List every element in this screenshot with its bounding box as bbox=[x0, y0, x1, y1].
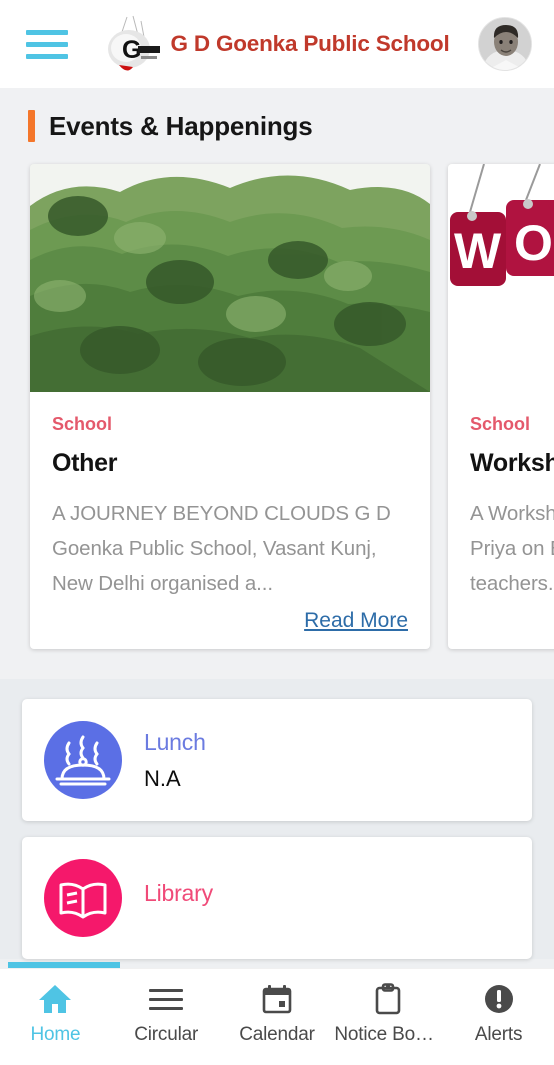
hamburger-menu-icon[interactable] bbox=[26, 27, 68, 61]
list-lines-bars bbox=[149, 988, 184, 1010]
event-card-actions: Read More bbox=[470, 609, 554, 633]
event-card-body: School Workshop A Workshop was conducted… bbox=[448, 392, 554, 649]
home-icon bbox=[37, 981, 73, 1017]
nav-item-calendar[interactable]: Calendar bbox=[222, 981, 333, 1046]
event-card-image bbox=[30, 164, 430, 392]
nav-label-calendar: Calendar bbox=[239, 1024, 315, 1045]
main-scroll-area[interactable]: Events & Happenings School Other A JOURN… bbox=[0, 88, 554, 968]
list-lines-icon bbox=[149, 981, 184, 1017]
hamburger-bar bbox=[26, 53, 68, 59]
event-card[interactable]: School Other A JOURNEY BEYOND CLOUDS G D… bbox=[30, 164, 430, 649]
svg-text:W: W bbox=[454, 223, 502, 279]
nav-label-circular: Circular bbox=[134, 1024, 199, 1045]
page-title: G D Goenka Public School bbox=[170, 31, 450, 56]
food-cloche-icon bbox=[44, 721, 122, 799]
avatar[interactable] bbox=[478, 17, 532, 71]
school-logo-icon: G bbox=[97, 13, 163, 75]
lunch-value: N.A bbox=[144, 765, 181, 791]
lunch-title: Lunch bbox=[144, 728, 206, 755]
nav-label-alerts: Alerts bbox=[474, 1024, 523, 1045]
events-carousel[interactable]: School Other A JOURNEY BEYOND CLOUDS G D… bbox=[0, 164, 554, 649]
nav-item-circular[interactable]: Circular bbox=[111, 981, 222, 1046]
alert-icon bbox=[483, 981, 515, 1017]
library-title: Library bbox=[144, 879, 213, 906]
calendar-icon bbox=[261, 981, 293, 1017]
open-book-icon bbox=[44, 859, 122, 937]
events-heading: Events & Happenings bbox=[0, 110, 554, 142]
event-card-category: School bbox=[470, 414, 531, 434]
heading-accent-bar bbox=[28, 110, 35, 142]
nav-item-notice-board[interactable]: Notice Boa… bbox=[332, 981, 443, 1046]
event-card-actions: Read More bbox=[52, 609, 408, 633]
events-section: Events & Happenings School Other A JOURN… bbox=[0, 88, 554, 679]
nav-item-home[interactable]: Home bbox=[0, 981, 111, 1046]
lunch-text: Lunch N.A bbox=[144, 729, 510, 792]
info-section: Lunch N.A Library bbox=[0, 679, 554, 959]
library-text: Library bbox=[144, 880, 510, 917]
event-card-category: School bbox=[52, 414, 113, 434]
event-card-title: Other bbox=[52, 449, 118, 477]
read-more-link[interactable]: Read More bbox=[304, 609, 408, 633]
lunch-card[interactable]: Lunch N.A bbox=[22, 699, 532, 821]
brand: G G D Goenka Public School bbox=[68, 13, 478, 75]
nav-label-notice-board: Notice Boa… bbox=[334, 1024, 442, 1045]
event-card-title: Workshop bbox=[470, 449, 554, 477]
event-card-body: School Other A JOURNEY BEYOND CLOUDS G D… bbox=[30, 392, 430, 649]
hamburger-bar bbox=[26, 41, 68, 47]
event-card-image: W O bbox=[448, 164, 554, 392]
app-header: G G D Goenka Public School bbox=[0, 0, 554, 88]
svg-text:O: O bbox=[514, 215, 553, 271]
event-card-description: A Workshop was conducted by Ms Priya on … bbox=[470, 502, 554, 595]
nav-label-home: Home bbox=[30, 1024, 81, 1045]
event-card-description: A JOURNEY BEYOND CLOUDS G D Goenka Publi… bbox=[52, 502, 391, 595]
bottom-navigation-bar: Home Circular Calendar Notice Boa… Alert… bbox=[0, 968, 554, 1065]
clipboard-icon bbox=[372, 981, 404, 1017]
event-card[interactable]: W O School Workshop A Workshop was condu… bbox=[448, 164, 554, 649]
nav-item-alerts[interactable]: Alerts bbox=[443, 981, 554, 1046]
library-card[interactable]: Library bbox=[22, 837, 532, 959]
events-heading-label: Events & Happenings bbox=[49, 110, 313, 141]
hamburger-bar bbox=[26, 29, 68, 35]
